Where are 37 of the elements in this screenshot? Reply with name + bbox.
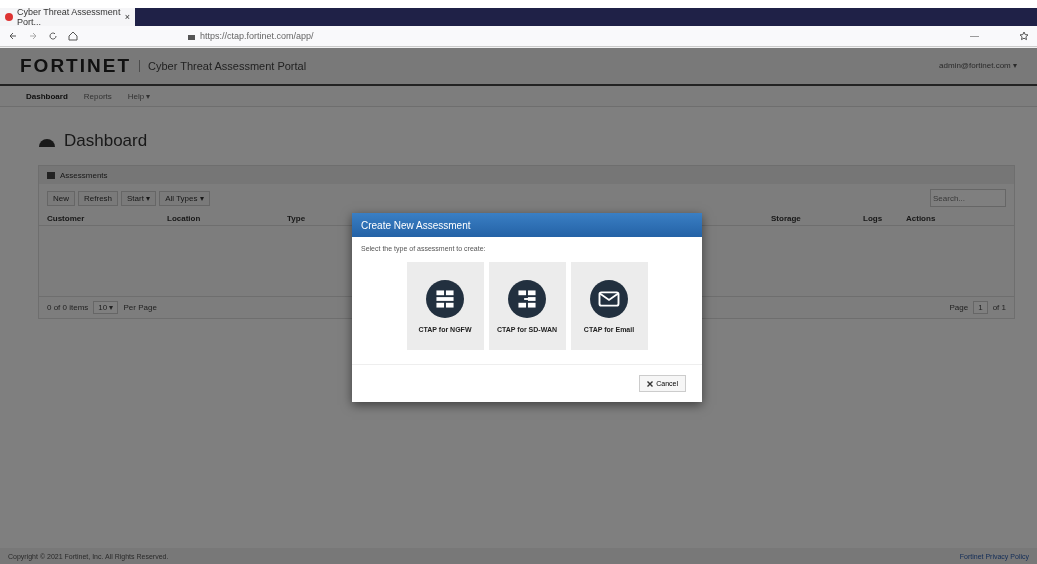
star-icon[interactable] — [1019, 31, 1029, 41]
toolbar-button[interactable]: Start ▾ — [121, 190, 157, 206]
portal-title: Cyber Threat Assessment Portal — [139, 59, 932, 72]
dialog-title: Create New Assessment — [361, 219, 471, 231]
back-icon[interactable] — [8, 31, 18, 41]
network-grid-icon — [508, 279, 546, 318]
toolbar-button[interactable]: New — [47, 190, 75, 206]
home-icon[interactable] — [68, 31, 78, 41]
toolbar-button[interactable]: Refresh — [78, 190, 119, 206]
per-page-label: Per Page — [123, 303, 157, 312]
envelope-icon — [590, 279, 628, 318]
menu-dash[interactable]: — — [970, 31, 979, 41]
close-icon[interactable]: × — [124, 12, 130, 22]
nav-item[interactable]: Help ▾ — [121, 89, 157, 103]
network-grid-icon — [426, 279, 464, 318]
close-icon — [647, 380, 654, 387]
user-menu[interactable]: admin@fortinet.com ▾ — [939, 61, 1017, 70]
column-header[interactable]: Storage — [771, 214, 863, 223]
page-label: Page — [949, 303, 969, 312]
column-header[interactable]: Location — [167, 214, 287, 223]
nav-item[interactable]: Dashboard — [20, 89, 74, 103]
page-field[interactable]: 1 — [973, 301, 988, 314]
column-header[interactable]: Actions — [906, 214, 966, 223]
page-count: of 1 — [992, 303, 1006, 312]
reload-icon[interactable] — [48, 31, 58, 41]
tab-title: Cyber Threat Assessment Port... — [17, 7, 121, 27]
brand-logo: FORTINET — [20, 54, 131, 77]
column-header[interactable]: Customer — [47, 214, 167, 223]
per-page-select[interactable]: 10 ▾ — [93, 301, 119, 314]
item-count: 0 of 0 items — [47, 303, 89, 312]
column-header[interactable]: Logs — [863, 214, 906, 223]
toolbar-button[interactable]: All Types ▾ — [159, 190, 210, 206]
page-title: Dashboard — [64, 131, 148, 151]
panel-title: Assessments — [60, 170, 108, 180]
nav-item[interactable]: Reports — [77, 89, 118, 103]
search-field[interactable]: Search... — [930, 189, 1006, 207]
url-text[interactable]: https://ctap.fortinet.com/app/ — [200, 31, 314, 41]
